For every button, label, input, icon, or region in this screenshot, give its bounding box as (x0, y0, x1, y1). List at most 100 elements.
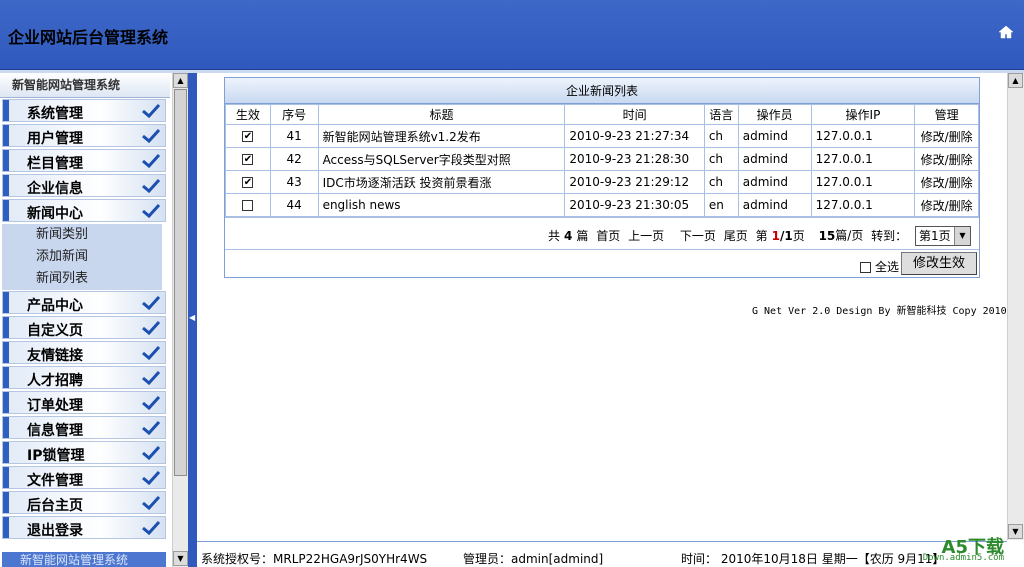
news-title-link[interactable]: IDC市场逐渐活跃 投资前景看涨 (317, 170, 566, 194)
per-page-count: 15 (818, 228, 836, 243)
sidebar-item-recruitment[interactable]: 人才招聘 (2, 366, 166, 389)
sidebar-item-info[interactable]: 信息管理 (2, 416, 166, 439)
edit-delete-link[interactable]: 修改/删除 (914, 170, 979, 194)
collapse-arrow-icon[interactable]: ◀ (189, 313, 195, 322)
next-page-link[interactable]: 下一页 (680, 229, 716, 243)
pagination-bar: 共4篇 首页 上一页 下一页 尾页 第 1/1页 15篇/页 转到： 第1页 ▼ (225, 217, 979, 249)
total-pages: 1 (784, 228, 793, 243)
edit-delete-link[interactable]: 修改/删除 (914, 147, 979, 171)
scroll-thumb[interactable] (174, 89, 187, 476)
news-title-link[interactable]: english news (317, 193, 566, 217)
current-page: 1 (771, 228, 780, 243)
sidebar-item-company-info[interactable]: 企业信息 (2, 174, 166, 197)
sidebar-item-label: 信息管理 (27, 423, 83, 439)
admin-info: 管理员：admin[admind] (463, 552, 604, 566)
row-id: 43 (269, 170, 319, 194)
page-select[interactable]: 第1页 ▼ (915, 226, 971, 246)
app-title: 企业网站后台管理系统 (8, 28, 169, 47)
last-page-link[interactable]: 尾页 (724, 229, 748, 243)
column-header: 序号 (269, 104, 319, 125)
scroll-down-arrow-icon[interactable]: ▼ (173, 551, 188, 566)
page-suffix: 页 (792, 228, 805, 243)
sidebar-item-system[interactable]: 系统管理 (2, 99, 166, 122)
dropdown-arrow-icon[interactable]: ▼ (954, 227, 970, 245)
scroll-up-arrow-icon[interactable]: ▲ (1008, 73, 1023, 88)
main-scrollbar[interactable]: ▲ ▼ (1007, 73, 1024, 540)
panel-title: 企业新闻列表 (225, 78, 979, 104)
submenu-item-add-news[interactable]: 添加新闻 (2, 246, 162, 268)
row-language: ch (703, 170, 739, 194)
prev-page-link[interactable]: 上一页 (628, 229, 664, 243)
sidebar-item-products[interactable]: 产品中心 (2, 291, 166, 314)
page-select-value: 第1页 (919, 229, 951, 243)
submenu-item-news-list[interactable]: 新闻列表 (2, 268, 162, 290)
sidebar-footer-label: 新智能网站管理系统 (2, 552, 166, 567)
checkmark-icon (142, 153, 161, 169)
sidebar-item-users[interactable]: 用户管理 (2, 124, 166, 147)
select-all-label: 全选 (874, 260, 899, 274)
row-language: ch (703, 147, 739, 171)
copyright-text: G Net Ver 2.0 Design By 新智能科技 Copy 2010 (752, 306, 1007, 317)
apply-changes-button[interactable]: 修改生效 (901, 252, 977, 275)
sidebar-item-admin-home[interactable]: 后台主页 (2, 491, 166, 514)
checkmark-icon (142, 295, 161, 311)
sidebar-item-files[interactable]: 文件管理 (2, 466, 166, 489)
sidebar: 新智能网站管理系统 系统管理 用户管理 栏目管理 企业信息 新闻中心 新闻类别 … (0, 73, 188, 567)
checkmark-icon (142, 203, 161, 219)
sidebar-item-label: 后台主页 (27, 498, 83, 514)
sidebar-item-news-center[interactable]: 新闻中心 (2, 199, 166, 222)
row-id: 41 (269, 124, 319, 148)
column-header: 时间 (564, 104, 705, 125)
first-page-link[interactable]: 首页 (596, 229, 620, 243)
column-header: 标题 (317, 104, 566, 125)
page-indicator: 第 1/1页 (752, 229, 805, 243)
checkmark-icon (142, 370, 161, 386)
column-header: 语言 (703, 104, 739, 125)
table-row: ✔ 41 新智能网站管理系统v1.2发布 2010-9-23 21:27:34 … (225, 124, 979, 148)
sidebar-item-custom-pages[interactable]: 自定义页 (2, 316, 166, 339)
sidebar-item-label: 新闻中心 (27, 206, 83, 222)
sidebar-item-label: 产品中心 (27, 298, 83, 314)
sidebar-scrollbar[interactable]: ▲ ▼ (172, 73, 188, 567)
table-header-row: 生效 序号 标题 时间 语言 操作员 操作IP 管理 (225, 104, 979, 125)
row-time: 2010-9-23 21:30:05 (564, 193, 705, 217)
page-prefix: 第 (755, 228, 768, 243)
sidebar-item-ip-lock[interactable]: IP锁管理 (2, 441, 166, 464)
news-title-link[interactable]: Access与SQLServer字段类型对照 (317, 147, 566, 171)
sidebar-item-label: 企业信息 (27, 181, 83, 197)
sidebar-splitter[interactable]: ◀ (188, 73, 197, 567)
scroll-up-arrow-icon[interactable]: ▲ (173, 73, 188, 88)
sidebar-item-orders[interactable]: 订单处理 (2, 391, 166, 414)
checkmark-icon (142, 128, 161, 144)
home-icon[interactable] (998, 24, 1014, 40)
select-all-checkbox[interactable] (860, 262, 872, 273)
row-operator: admind (737, 147, 812, 171)
sidebar-item-label: 退出登录 (27, 523, 83, 539)
sidebar-item-links[interactable]: 友情链接 (2, 341, 166, 364)
checkmark-icon (142, 395, 161, 411)
active-checkbox[interactable]: ✔ (242, 177, 254, 188)
row-ip: 127.0.0.1 (810, 124, 916, 148)
active-checkbox[interactable] (242, 200, 254, 211)
edit-delete-link[interactable]: 修改/删除 (914, 193, 979, 217)
column-header: 生效 (225, 104, 271, 125)
row-time: 2010-9-23 21:29:12 (564, 170, 705, 194)
checkmark-icon (142, 495, 161, 511)
select-all[interactable]: 全选 (860, 258, 899, 275)
news-title-link[interactable]: 新智能网站管理系统v1.2发布 (317, 124, 566, 148)
active-checkbox[interactable]: ✔ (242, 131, 254, 142)
pager-total-suffix: 篇 (576, 228, 589, 243)
row-time: 2010-9-23 21:28:30 (564, 147, 705, 171)
news-submenu: 新闻类别 添加新闻 新闻列表 (2, 224, 162, 290)
active-checkbox[interactable]: ✔ (242, 154, 254, 165)
submenu-item-news-category[interactable]: 新闻类别 (2, 224, 162, 246)
scroll-down-arrow-icon[interactable]: ▼ (1008, 524, 1023, 539)
edit-delete-link[interactable]: 修改/删除 (914, 124, 979, 148)
sidebar-item-columns[interactable]: 栏目管理 (2, 149, 166, 172)
sidebar-item-label: 自定义页 (27, 323, 83, 339)
sidebar-item-logout[interactable]: 退出登录 (2, 516, 166, 539)
date-info: 时间： 2010年10月18日 星期一【农历 9月11】 (681, 552, 945, 566)
column-header: 操作IP (810, 104, 916, 125)
pager-total-prefix: 共 (548, 228, 561, 243)
goto-label: 转到： (871, 228, 908, 243)
